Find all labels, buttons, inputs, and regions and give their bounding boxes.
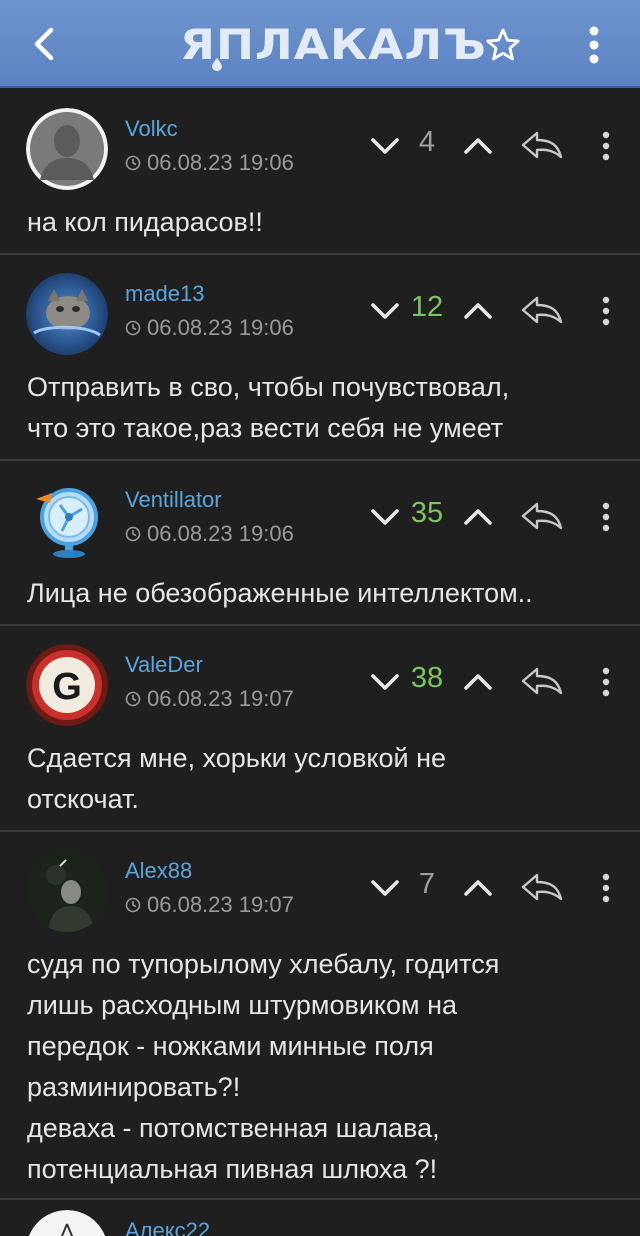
chevron-up-icon bbox=[463, 136, 493, 156]
comment-item: Алекс22 bbox=[0, 1200, 640, 1236]
comment-menu-button[interactable] bbox=[594, 662, 618, 702]
avatar[interactable]: G bbox=[26, 644, 108, 726]
overflow-menu-button[interactable] bbox=[574, 22, 614, 68]
drop-icon bbox=[212, 58, 222, 71]
clock-icon bbox=[125, 320, 141, 336]
author-name[interactable]: Ventillator bbox=[125, 487, 222, 513]
avatar[interactable] bbox=[26, 479, 108, 561]
timestamp-text: 06.08.23 19:07 bbox=[147, 892, 294, 917]
author-name[interactable]: Volkc bbox=[125, 116, 178, 142]
author-name[interactable]: ValeDer bbox=[125, 652, 203, 678]
timestamp-text: 06.08.23 19:07 bbox=[147, 686, 294, 711]
comment-item: G ValeDer 06.08.23 19:07 38 Сдается мне, хор… bbox=[0, 626, 640, 832]
comment-text: Отправить в сво, чтобы почувствовал, что… bbox=[27, 372, 510, 443]
avatar[interactable] bbox=[26, 1210, 108, 1236]
rating-score: 4 bbox=[418, 126, 436, 158]
avatar[interactable] bbox=[26, 273, 108, 355]
clock-icon bbox=[125, 526, 141, 542]
comment-item: made13 06.08.23 19:06 12 Отправить в сво, ч… bbox=[0, 255, 640, 461]
rating-score: 38 bbox=[410, 662, 444, 694]
reply-arrow-icon bbox=[521, 873, 563, 901]
comment-timestamp: 06.08.23 19:06 bbox=[125, 150, 294, 176]
comment-text: судя по тупорылому хлебалу, годится лишь… bbox=[27, 949, 500, 1184]
vote-up-button[interactable] bbox=[458, 501, 498, 533]
clock-icon bbox=[125, 155, 141, 171]
rating-score: 12 bbox=[410, 291, 444, 323]
reply-arrow-icon bbox=[521, 296, 563, 324]
reply-button[interactable] bbox=[518, 293, 566, 327]
author-name[interactable]: Алекс22 bbox=[125, 1218, 210, 1236]
comment-text: Лица не обезображенные интеллектом.. bbox=[27, 578, 533, 608]
comment-menu-button[interactable] bbox=[594, 291, 618, 331]
clock-icon bbox=[125, 691, 141, 707]
chevron-up-icon bbox=[463, 672, 493, 692]
reply-button[interactable] bbox=[518, 870, 566, 904]
comment-menu-button[interactable] bbox=[594, 868, 618, 908]
rating-score: 7 bbox=[418, 868, 436, 900]
author-name[interactable]: made13 bbox=[125, 281, 205, 307]
vote-up-button[interactable] bbox=[458, 666, 498, 698]
comment-timestamp: 06.08.23 19:06 bbox=[125, 521, 294, 547]
comment-menu-button[interactable] bbox=[594, 126, 618, 166]
chevron-up-icon bbox=[463, 301, 493, 321]
reply-arrow-icon bbox=[521, 502, 563, 530]
vertical-dots-icon bbox=[589, 26, 599, 64]
author-name[interactable]: Alex88 bbox=[125, 858, 192, 884]
svg-text:G: G bbox=[52, 666, 82, 708]
rating-score: 35 bbox=[410, 497, 444, 529]
reply-arrow-icon bbox=[521, 131, 563, 159]
reply-button[interactable] bbox=[518, 128, 566, 162]
vertical-dots-icon bbox=[602, 296, 610, 326]
top-app-bar: ЯПЛАКАЛЪ bbox=[0, 0, 640, 88]
reply-button[interactable] bbox=[518, 664, 566, 698]
comment-item: Volkc 06.08.23 19:06 4 на кол пидарасов!! bbox=[0, 90, 640, 255]
vertical-dots-icon bbox=[602, 873, 610, 903]
comment-item: Alex88 06.08.23 19:07 7 судя по тупорылому … bbox=[0, 832, 640, 1200]
vertical-dots-icon bbox=[602, 502, 610, 532]
vote-up-button[interactable] bbox=[458, 130, 498, 162]
star-outline-icon bbox=[486, 28, 520, 61]
favorite-button[interactable] bbox=[480, 22, 526, 68]
vertical-dots-icon bbox=[602, 131, 610, 161]
site-logo[interactable]: ЯПЛАКАЛЪ bbox=[180, 18, 487, 70]
comment-text: на кол пидарасов!! bbox=[27, 207, 263, 237]
chevron-up-icon bbox=[463, 507, 493, 527]
reply-arrow-icon bbox=[521, 667, 563, 695]
comment-item: Ventillator 06.08.23 19:06 35 Лица не обезо… bbox=[0, 461, 640, 626]
reply-button[interactable] bbox=[518, 499, 566, 533]
comment-timestamp: 06.08.23 19:07 bbox=[125, 686, 294, 712]
timestamp-text: 06.08.23 19:06 bbox=[147, 521, 294, 546]
timestamp-text: 06.08.23 19:06 bbox=[147, 315, 294, 340]
comment-timestamp: 06.08.23 19:07 bbox=[125, 892, 294, 918]
avatar[interactable] bbox=[26, 850, 108, 932]
comment-text: Сдается мне, хорьки условкой не отскочат… bbox=[27, 743, 447, 814]
vote-up-button[interactable] bbox=[458, 295, 498, 327]
timestamp-text: 06.08.23 19:06 bbox=[147, 150, 294, 175]
vertical-dots-icon bbox=[602, 667, 610, 697]
vote-up-button[interactable] bbox=[458, 872, 498, 904]
comment-menu-button[interactable] bbox=[594, 497, 618, 537]
clock-icon bbox=[125, 897, 141, 913]
avatar[interactable] bbox=[26, 108, 108, 190]
chevron-up-icon bbox=[463, 878, 493, 898]
chevron-left-icon bbox=[34, 27, 54, 61]
comment-timestamp: 06.08.23 19:06 bbox=[125, 315, 294, 341]
back-button[interactable] bbox=[22, 22, 66, 66]
